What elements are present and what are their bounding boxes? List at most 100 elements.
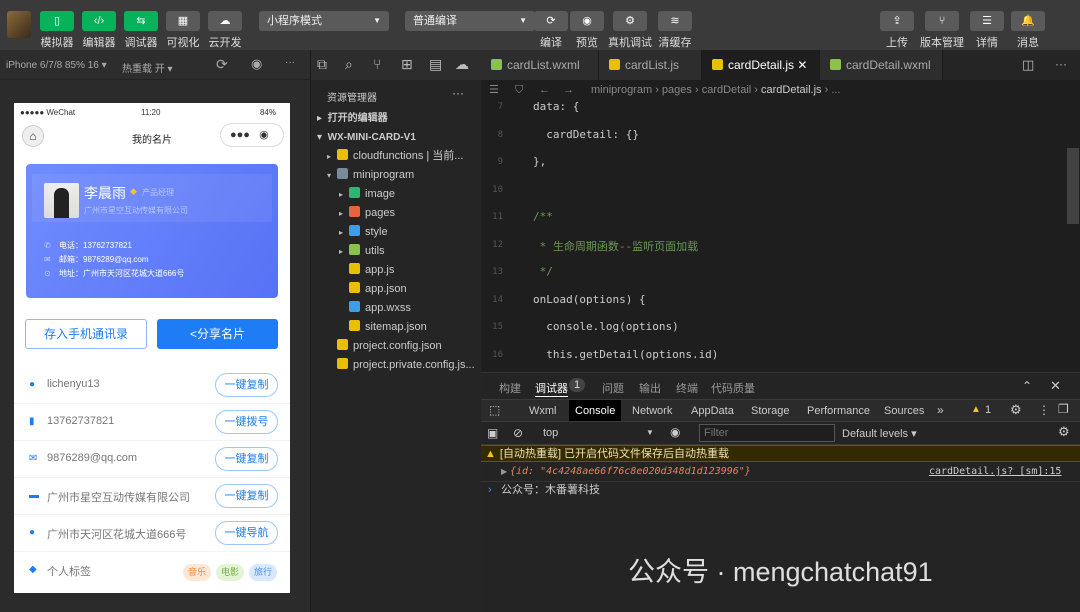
devtools-tab-console[interactable]: Console <box>569 400 622 422</box>
share-card-button[interactable]: <分享名片 <box>157 319 278 349</box>
file-item-project.config.json[interactable]: project.config.json <box>311 337 482 356</box>
extensions-icon[interactable]: ⊞ <box>401 56 413 73</box>
cloud-button[interactable]: ☁ <box>208 11 242 31</box>
compile-select[interactable]: 普通编译 ▼ <box>405 11 535 31</box>
devtools-tab-storage[interactable]: Storage <box>745 400 796 422</box>
scrollbar[interactable] <box>1067 148 1079 224</box>
breadcrumb-item[interactable]: cardDetail <box>702 84 752 96</box>
mode-select[interactable]: 小程序模式 ▼ <box>259 11 389 31</box>
clear-console-icon[interactable]: ⊘ <box>513 426 523 440</box>
tab-cardDetail-js[interactable]: cardDetail.js ✕ <box>702 50 820 80</box>
breadcrumb-item[interactable]: pages <box>662 84 692 96</box>
context-select[interactable]: top <box>543 427 558 439</box>
refresh-icon[interactable]: ⟳ <box>216 56 228 73</box>
file-item-sitemap.json[interactable]: sitemap.json <box>311 318 482 337</box>
tab-cardList-wxml[interactable]: cardList.wxml <box>481 50 599 80</box>
file-item-utils[interactable]: ▸ utils <box>311 242 482 261</box>
devtools-tab-network[interactable]: Network <box>626 400 678 422</box>
close-icon[interactable]: ✕ <box>794 58 807 72</box>
forward-icon[interactable]: → <box>563 80 574 100</box>
log-source-link[interactable]: cardDetail.js? [sm]:15 <box>929 463 1061 480</box>
bookmark-icon[interactable]: ⛉ <box>515 80 523 100</box>
panel-tab[interactable]: 输出 <box>639 380 661 396</box>
outline-icon[interactable]: ☰ <box>489 80 499 100</box>
file-item-miniprogram[interactable]: ▾ miniprogram <box>311 166 482 185</box>
project-section[interactable]: ▾ WX-MINI-CARD-V1 <box>311 128 482 147</box>
file-item-app.json[interactable]: app.json <box>311 280 482 299</box>
files-icon[interactable]: ⧉ <box>317 56 327 73</box>
panel-tab[interactable]: 调试器 <box>535 380 568 397</box>
code-editor[interactable]: 7 data: {8 cardDetail: {} 9}, 10 11 /** 12 * 生… <box>481 100 1080 372</box>
upload-button[interactable]: ⇪ <box>880 11 914 31</box>
eye-icon[interactable]: ◉ <box>670 425 680 439</box>
save-contact-button[interactable]: 存入手机通讯录 <box>25 319 147 349</box>
expand-icon[interactable]: ▶ <box>501 463 507 480</box>
close-icon[interactable]: ✕ <box>1050 378 1061 394</box>
docker-icon[interactable]: ☁ <box>455 56 469 73</box>
search-icon[interactable]: ⌕ <box>345 56 353 73</box>
messages-button[interactable]: 🔔 <box>1011 11 1045 31</box>
tab-cardDetail-wxml[interactable]: cardDetail.wxml <box>820 50 943 80</box>
more-icon[interactable]: ··· <box>452 86 464 100</box>
devtools-tab-wxml[interactable]: Wxml <box>523 400 563 422</box>
file-item-app.js[interactable]: app.js <box>311 261 482 280</box>
devtools-tab-sources[interactable]: Sources <box>878 400 930 422</box>
inspect-icon[interactable]: ⬚ <box>489 403 500 417</box>
sliders-button[interactable]: ⇆ <box>124 11 158 31</box>
details-button[interactable]: ☰ <box>970 11 1004 31</box>
panel-tab[interactable]: 终端 <box>676 380 698 396</box>
dock-icon[interactable]: ❐ <box>1058 402 1069 416</box>
action-button[interactable]: 一键复制 <box>215 484 278 508</box>
save-icon[interactable]: ▤ <box>429 56 442 73</box>
collapse-icon[interactable]: ⌃ <box>1022 379 1032 393</box>
panel-tab[interactable]: 问题 <box>602 380 624 396</box>
devtools-tab-appdata[interactable]: AppData <box>685 400 740 422</box>
devtools-tab-performance[interactable]: Performance <box>801 400 876 422</box>
kebab-icon[interactable]: ⋮ <box>1038 403 1050 417</box>
console-settings-icon[interactable]: ⚙ <box>1058 424 1070 440</box>
stop-icon[interactable]: ◉ <box>251 56 262 72</box>
action-button[interactable]: 一键导航 <box>215 521 278 545</box>
breadcrumb-item[interactable]: cardDetail.js <box>761 84 822 96</box>
back-icon[interactable]: ← <box>539 80 550 100</box>
file-item-image[interactable]: ▸ image <box>311 185 482 204</box>
file-item-style[interactable]: ▸ style <box>311 223 482 242</box>
action-button[interactable]: 一键拨号 <box>215 410 278 434</box>
compile-button[interactable]: ⟳ <box>534 11 568 31</box>
breadcrumb-item[interactable]: miniprogram <box>591 84 652 96</box>
open-editors-section[interactable]: ▸ 打开的编辑器 <box>311 109 482 128</box>
context-dropdown-icon[interactable]: ▼ <box>646 428 654 437</box>
more-icon[interactable]: ··· <box>1055 57 1067 71</box>
version-button[interactable]: ⑂ <box>925 11 959 31</box>
tab-cardList-js[interactable]: cardList.js <box>599 50 702 80</box>
log-text[interactable]: {id: "4c4248ae66f76c8e020d348d1d123996"} <box>510 463 751 480</box>
levels-select[interactable]: Default levels ▾ <box>842 427 917 440</box>
console-input[interactable]: › 公众号：木番薯科技 <box>481 482 1080 499</box>
split-editor-icon[interactable]: ◫ <box>1022 57 1034 73</box>
phone-button[interactable]: ▯ <box>40 11 74 31</box>
file-item-project.private.config.js...[interactable]: project.private.config.js... <box>311 356 482 375</box>
filter-input[interactable] <box>699 424 835 442</box>
capsule-menu[interactable]: ●●● ◉ <box>220 123 284 147</box>
panel-tab[interactable]: 代码质量 <box>711 380 755 396</box>
avatar[interactable] <box>7 11 31 38</box>
code-button[interactable]: ‹/› <box>82 11 116 31</box>
action-button[interactable]: 一键复制 <box>215 373 278 397</box>
file-item-cloudfunctions[interactable]: ▸ cloudfunctions | 当前... <box>311 147 482 166</box>
hotreload-toggle[interactable]: 热重载 开 ▾ <box>122 60 173 75</box>
preview-button[interactable]: ◉ <box>570 11 604 31</box>
sidebar-toggle-icon[interactable]: ▣ <box>487 426 498 440</box>
device-select[interactable]: iPhone 6/7/8 85% 16 ▾ <box>6 60 107 71</box>
warning-count[interactable]: 1 <box>985 404 991 416</box>
layout-button[interactable]: ▦ <box>166 11 200 31</box>
source-control-icon[interactable]: ⑂ <box>373 56 381 72</box>
action-button[interactable]: 一键复制 <box>215 447 278 471</box>
clear-cache-button[interactable]: ≋ <box>658 11 692 31</box>
panel-tab[interactable]: 构建 <box>499 380 521 396</box>
gear-icon[interactable]: ⚙ <box>1010 402 1022 418</box>
file-item-pages[interactable]: ▸ pages <box>311 204 482 223</box>
more-tabs-icon[interactable]: » <box>937 403 944 417</box>
remote-debug-button[interactable]: ⚙ <box>613 11 647 31</box>
more-icon[interactable]: ··· <box>285 57 295 68</box>
breadcrumb-item[interactable]: ... <box>831 84 840 96</box>
